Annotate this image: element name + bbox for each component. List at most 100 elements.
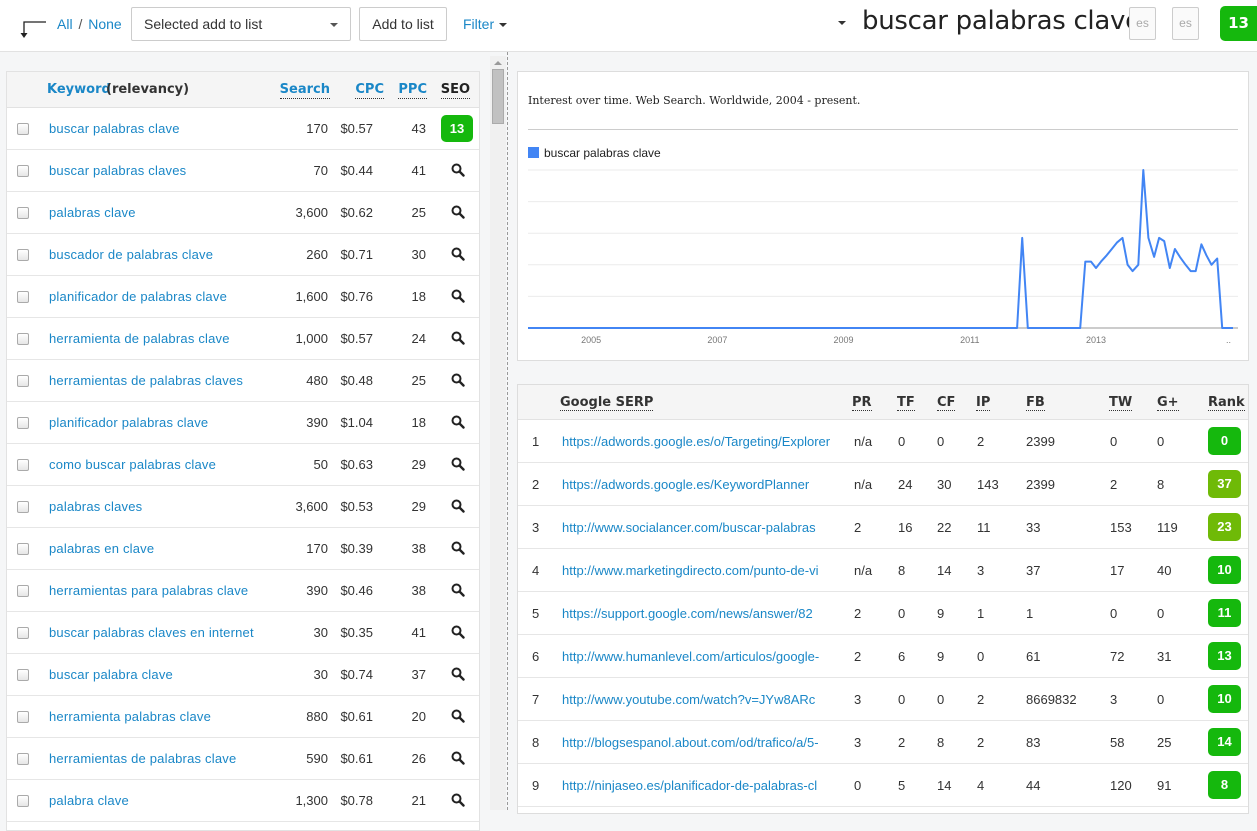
search-icon[interactable] <box>451 415 465 429</box>
keyword-link[interactable]: planificador palabras clave <box>49 415 208 430</box>
scroll-up-arrow-icon[interactable] <box>494 61 502 65</box>
scrollbar[interactable] <box>490 56 506 810</box>
serp-url-link[interactable]: http://blogsespanol.about.com/od/trafico… <box>562 735 834 750</box>
serp-url-link[interactable]: http://www.socialancer.com/buscar-palabr… <box>562 520 834 535</box>
header-ppc[interactable]: PPC <box>398 82 427 99</box>
serp-url-link[interactable]: https://adwords.google.es/o/Targeting/Ex… <box>562 434 834 449</box>
header-gplus[interactable]: G+ <box>1157 395 1179 411</box>
header-seo[interactable]: SEO <box>440 82 470 99</box>
fb-value: 44 <box>1026 778 1041 793</box>
header-google-serp[interactable]: Google SERP <box>560 395 654 411</box>
keyword-link[interactable]: palabras clave <box>49 205 136 220</box>
scrollbar-thumb[interactable] <box>492 69 504 124</box>
row-checkbox[interactable] <box>17 711 29 723</box>
search-icon[interactable] <box>451 457 465 471</box>
header-keyword[interactable]: Keyword <box>47 82 111 97</box>
header-tf[interactable]: TF <box>897 395 915 411</box>
row-checkbox[interactable] <box>17 417 29 429</box>
rank-badge[interactable]: 0 <box>1208 427 1241 455</box>
row-checkbox[interactable] <box>17 375 29 387</box>
row-checkbox[interactable] <box>17 123 29 135</box>
keyword-link[interactable]: buscar palabras clave <box>49 121 180 136</box>
row-checkbox[interactable] <box>17 333 29 345</box>
keyword-link[interactable]: herramientas de palabras claves <box>49 373 243 388</box>
header-tw[interactable]: TW <box>1109 395 1133 411</box>
row-checkbox[interactable] <box>17 753 29 765</box>
keyword-link[interactable]: buscar palabra clave <box>49 667 173 682</box>
search-icon[interactable] <box>451 373 465 387</box>
serp-url-link[interactable]: https://support.google.com/news/answer/8… <box>562 606 834 621</box>
search-icon[interactable] <box>451 793 465 807</box>
serp-url-link[interactable]: http://ninjaseo.es/planificador-de-palab… <box>562 778 834 793</box>
serp-url-link[interactable]: http://www.humanlevel.com/articulos/goog… <box>562 649 834 664</box>
header-search[interactable]: Search <box>279 82 330 99</box>
search-icon[interactable] <box>451 667 465 681</box>
rank-badge[interactable]: 23 <box>1208 513 1241 541</box>
add-to-list-button[interactable]: Add to list <box>359 7 447 41</box>
seo-score-badge[interactable]: 13 <box>441 115 473 142</box>
row-checkbox[interactable] <box>17 543 29 555</box>
row-checkbox[interactable] <box>17 585 29 597</box>
row-checkbox[interactable] <box>17 207 29 219</box>
search-icon[interactable] <box>451 751 465 765</box>
rank-badge[interactable]: 11 <box>1208 599 1241 627</box>
rank-badge[interactable]: 14 <box>1208 728 1241 756</box>
row-checkbox[interactable] <box>17 249 29 261</box>
header-pr[interactable]: PR <box>852 395 872 411</box>
row-checkbox[interactable] <box>17 501 29 513</box>
keyword-link[interactable]: buscar palabras claves en internet <box>49 625 254 640</box>
header-ip[interactable]: IP <box>976 395 991 411</box>
keyword-link[interactable]: palabra clave <box>49 793 129 808</box>
rank-badge[interactable]: 10 <box>1208 685 1241 713</box>
keyword-link[interactable]: herramienta palabras clave <box>49 709 211 724</box>
filter-dropdown[interactable]: Filter <box>463 16 508 32</box>
keyword-link[interactable]: palabras claves <box>49 499 142 514</box>
row-checkbox[interactable] <box>17 795 29 807</box>
search-icon[interactable] <box>451 709 465 723</box>
rank-badge[interactable]: 13 <box>1208 642 1241 670</box>
serp-url-link[interactable]: http://www.youtube.com/watch?v=JYw8ARc <box>562 692 834 707</box>
search-icon[interactable] <box>451 499 465 513</box>
search-icon[interactable] <box>451 205 465 219</box>
serp-url-link[interactable]: https://adwords.google.es/KeywordPlanner <box>562 477 834 492</box>
keyword-link[interactable]: como buscar palabras clave <box>49 457 216 472</box>
search-icon[interactable] <box>451 583 465 597</box>
keyword-link[interactable]: buscar palabras claves <box>49 163 186 178</box>
search-icon[interactable] <box>451 163 465 177</box>
fb-value: 83 <box>1026 735 1041 750</box>
rank-badge[interactable]: 37 <box>1208 470 1241 498</box>
cpc-value: $0.62 <box>340 205 373 220</box>
header-cf[interactable]: CF <box>937 395 956 411</box>
keyword-row: herramientas de palabras clave 590 $0.61 26 <box>7 738 479 780</box>
row-checkbox[interactable] <box>17 459 29 471</box>
keyword-link[interactable]: buscador de palabras clave <box>49 247 213 262</box>
keyword-link[interactable]: palabras en clave <box>49 541 154 556</box>
row-checkbox[interactable] <box>17 165 29 177</box>
panel-splitter[interactable] <box>507 52 508 810</box>
keyword-link[interactable]: planificador de palabras clave <box>49 289 227 304</box>
select-none-link[interactable]: None <box>88 16 121 32</box>
search-icon[interactable] <box>451 625 465 639</box>
keyword-link[interactable]: herramientas de palabras clave <box>49 751 236 766</box>
search-icon[interactable] <box>451 541 465 555</box>
row-checkbox[interactable] <box>17 627 29 639</box>
search-icon[interactable] <box>451 289 465 303</box>
select-all-link[interactable]: All <box>57 16 73 32</box>
row-checkbox[interactable] <box>17 291 29 303</box>
search-icon[interactable] <box>451 331 465 345</box>
rank-badge[interactable]: 10 <box>1208 556 1241 584</box>
header-cpc[interactable]: CPC <box>355 82 384 99</box>
header-fb[interactable]: FB <box>1026 395 1045 411</box>
rank-badge[interactable]: 8 <box>1208 771 1241 799</box>
list-select-dropdown[interactable]: Selected add to list <box>131 7 351 41</box>
language-select-2[interactable]: es <box>1172 7 1199 40</box>
keyword-menu-chevron-icon[interactable] <box>838 21 846 25</box>
header-rank[interactable]: Rank <box>1208 395 1245 411</box>
row-checkbox[interactable] <box>17 669 29 681</box>
keyword-link[interactable]: herramientas para palabras clave <box>49 583 248 598</box>
language-select-1[interactable]: es <box>1129 7 1156 40</box>
gplus-value: 91 <box>1157 778 1172 793</box>
search-icon[interactable] <box>451 247 465 261</box>
keyword-link[interactable]: herramienta de palabras clave <box>49 331 230 346</box>
serp-url-link[interactable]: http://www.marketingdirecto.com/punto-de… <box>562 563 834 578</box>
